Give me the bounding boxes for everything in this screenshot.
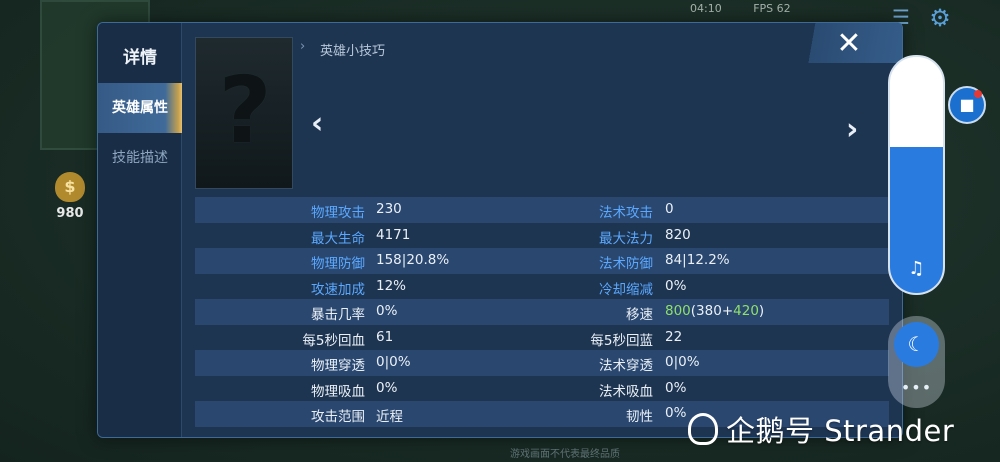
- move-speed-part: ): [758, 303, 765, 319]
- gear-icon[interactable]: ⚙: [926, 4, 954, 32]
- music-note-icon: ♫: [908, 258, 925, 279]
- stat-label: 法术吸血: [599, 383, 653, 400]
- game-timer: 04:10: [690, 2, 722, 15]
- hero-portrait: ?: [195, 37, 293, 189]
- previous-arrow-button[interactable]: ‹: [311, 109, 337, 139]
- stat-label: 冷却缩减: [599, 281, 653, 298]
- close-icon: ✕: [836, 26, 862, 61]
- watermark-text: 企鹅号 Strander: [726, 414, 955, 448]
- top-hud: 04:10 FPS 62: [690, 2, 819, 15]
- stat-row: 物理吸血 0% 法术吸血 0%: [195, 376, 889, 402]
- hero-stats-table: 物理攻击 230 法术攻击 0 最大生命 4171 最大法力 820 物理防御 158|20.8%…: [195, 197, 889, 427]
- stat-label: 法术攻击: [599, 205, 653, 221]
- gold-counter: $ 980: [50, 172, 90, 221]
- stat-label: 物理攻击: [311, 205, 365, 221]
- moon-icon[interactable]: ☾: [894, 322, 939, 367]
- stat-value: 0%: [665, 405, 687, 421]
- stat-label: 暴击几率: [311, 307, 365, 323]
- next-arrow-button[interactable]: ›: [846, 115, 872, 145]
- stat-label: 最大生命: [311, 230, 365, 247]
- stat-value: 61: [376, 328, 394, 345]
- tab-hero-attributes[interactable]: 英雄属性: [98, 83, 182, 133]
- more-options-button[interactable]: •••: [888, 378, 945, 397]
- video-record-button[interactable]: ■: [948, 86, 986, 124]
- move-speed-part: (380+: [690, 303, 734, 319]
- stat-value: 0%: [665, 277, 687, 294]
- stat-value: 0|0%: [665, 354, 700, 370]
- stat-row: 物理攻击 230 法术攻击 0: [195, 197, 889, 223]
- stat-label: 法术防御: [599, 256, 653, 272]
- close-area: ✕: [792, 23, 902, 63]
- hero-detail-panel: 详情 英雄属性 技能描述 ✕ ? › 英雄小技巧 ‹ › 物理攻击 230 法术攻击…: [97, 22, 903, 438]
- panel-title: 详情: [123, 48, 157, 68]
- detail-sidebar: 详情 英雄属性 技能描述: [98, 23, 182, 437]
- chevron-right-icon: ›: [300, 39, 306, 54]
- stat-label: 最大法力: [599, 230, 653, 247]
- tab-skill-description[interactable]: 技能描述: [98, 133, 182, 183]
- stat-value: 近程: [376, 409, 403, 425]
- move-speed-value: 800(380+420): [665, 303, 764, 319]
- music-volume-slider[interactable]: ♫: [888, 55, 945, 295]
- gold-amount: 980: [56, 206, 84, 221]
- stat-value: 230: [376, 201, 402, 217]
- stat-value: 0%: [376, 379, 398, 396]
- stat-value: 12%: [376, 277, 407, 294]
- stat-label: 法术穿透: [599, 358, 653, 374]
- unknown-hero-placeholder: ?: [218, 57, 272, 164]
- stat-value: 0%: [376, 303, 398, 319]
- stat-row: 暴击几率 0% 移速 800(380+420): [195, 299, 889, 325]
- night-mode-panel: ☾ •••: [888, 316, 945, 408]
- stat-value: 84|12.2%: [665, 252, 730, 268]
- stat-value: 158|20.8%: [376, 252, 450, 268]
- watermark: 企鹅号 Strander: [688, 408, 954, 450]
- move-speed-part: 420: [733, 303, 759, 319]
- stat-label: 每5秒回血: [302, 332, 365, 349]
- quality-disclaimer: 游戏画面不代表最终品质: [510, 449, 620, 460]
- stat-value: 0%: [665, 379, 687, 396]
- stat-label: 韧性: [626, 409, 653, 425]
- stat-label: 物理吸血: [311, 383, 365, 400]
- stat-value: 22: [665, 328, 683, 345]
- stat-value: 0: [665, 201, 674, 217]
- stat-value: 4171: [376, 226, 411, 243]
- stat-value: 820: [665, 226, 691, 243]
- record-indicator: [974, 90, 982, 98]
- money-bag-icon: $: [55, 172, 85, 202]
- stat-row: 物理防御 158|20.8% 法术防御 84|12.2%: [195, 248, 889, 274]
- stat-label: 攻击范围: [311, 409, 365, 425]
- stat-row: 每5秒回血 61 每5秒回蓝 22: [195, 325, 889, 351]
- stat-row: 物理穿透 0|0% 法术穿透 0|0%: [195, 350, 889, 376]
- stat-label: 物理穿透: [311, 358, 365, 374]
- stat-row: 最大生命 4171 最大法力 820: [195, 223, 889, 249]
- stat-label: 每5秒回蓝: [590, 332, 653, 349]
- move-speed-part: 800: [665, 303, 691, 319]
- stat-row: 攻速加成 12% 冷却缩减 0%: [195, 274, 889, 300]
- stat-value: 0|0%: [376, 354, 411, 370]
- fps-readout: FPS 62: [753, 2, 791, 15]
- video-record-icon: ■: [959, 95, 975, 114]
- close-button[interactable]: ✕: [832, 27, 866, 61]
- hero-tips-title: 英雄小技巧: [320, 44, 386, 59]
- stat-label: 物理防御: [311, 256, 365, 272]
- penguin-logo-icon: [688, 413, 718, 445]
- stat-label: 攻速加成: [311, 281, 365, 298]
- stat-label: 移速: [626, 307, 653, 323]
